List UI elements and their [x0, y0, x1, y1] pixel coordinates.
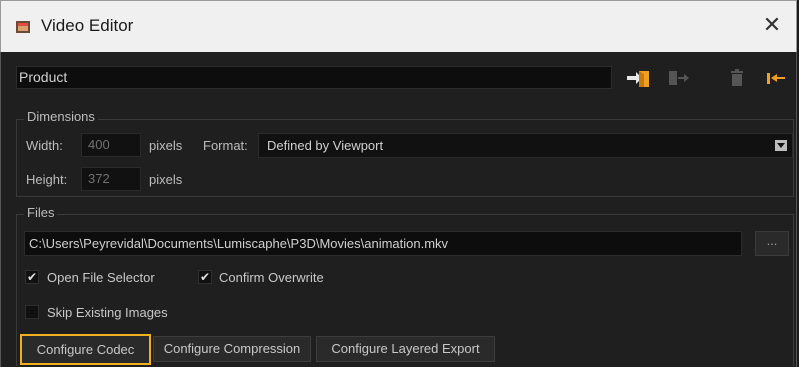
skip-existing-images-checkbox[interactable] — [25, 305, 39, 319]
browse-button[interactable]: ... — [755, 231, 789, 256]
video-editor-app-icon — [16, 21, 30, 33]
import-arrow-icon[interactable] — [625, 66, 651, 90]
height-unit-label: pixels — [149, 172, 183, 187]
configure-compression-button[interactable]: Configure Compression — [153, 336, 311, 362]
product-name-field[interactable]: Product — [16, 66, 612, 89]
width-unit-label: pixels — [149, 138, 183, 153]
confirm-overwrite-label[interactable]: Confirm Overwrite — [219, 270, 324, 285]
trash-icon[interactable] — [724, 66, 750, 90]
collapse-arrow-icon[interactable] — [763, 66, 789, 90]
chevron-down-icon[interactable] — [775, 140, 787, 151]
skip-existing-images-label[interactable]: Skip Existing Images — [47, 305, 168, 320]
height-input[interactable]: 372 — [81, 167, 141, 191]
format-select-value: Defined by Viewport — [267, 138, 384, 153]
open-file-selector-checkbox[interactable]: ✔ — [25, 270, 39, 284]
width-label: Width: — [26, 138, 63, 153]
confirm-overwrite-checkbox[interactable]: ✔ — [198, 270, 212, 284]
window-title: Video Editor — [41, 16, 134, 35]
format-label: Format: — [203, 138, 248, 153]
files-group-title: Files — [24, 205, 58, 220]
close-icon[interactable]: ✕ — [763, 12, 781, 37]
dimensions-group-title: Dimensions — [24, 109, 98, 124]
configure-layered-export-button[interactable]: Configure Layered Export — [316, 336, 495, 362]
width-input[interactable]: 400 — [81, 133, 141, 157]
export-icon[interactable] — [666, 66, 692, 90]
open-file-selector-label[interactable]: Open File Selector — [47, 270, 155, 285]
file-path-input[interactable]: C:\Users\Peyrevidal\Documents\Lumiscaphe… — [24, 231, 742, 256]
height-label: Height: — [26, 172, 68, 187]
close-button[interactable]: ✕ — [758, 11, 786, 39]
configure-codec-button[interactable]: Configure Codec — [20, 334, 151, 365]
format-select[interactable]: Defined by Viewport — [258, 133, 793, 158]
title-bar: Video Editor ✕ — [0, 0, 797, 52]
